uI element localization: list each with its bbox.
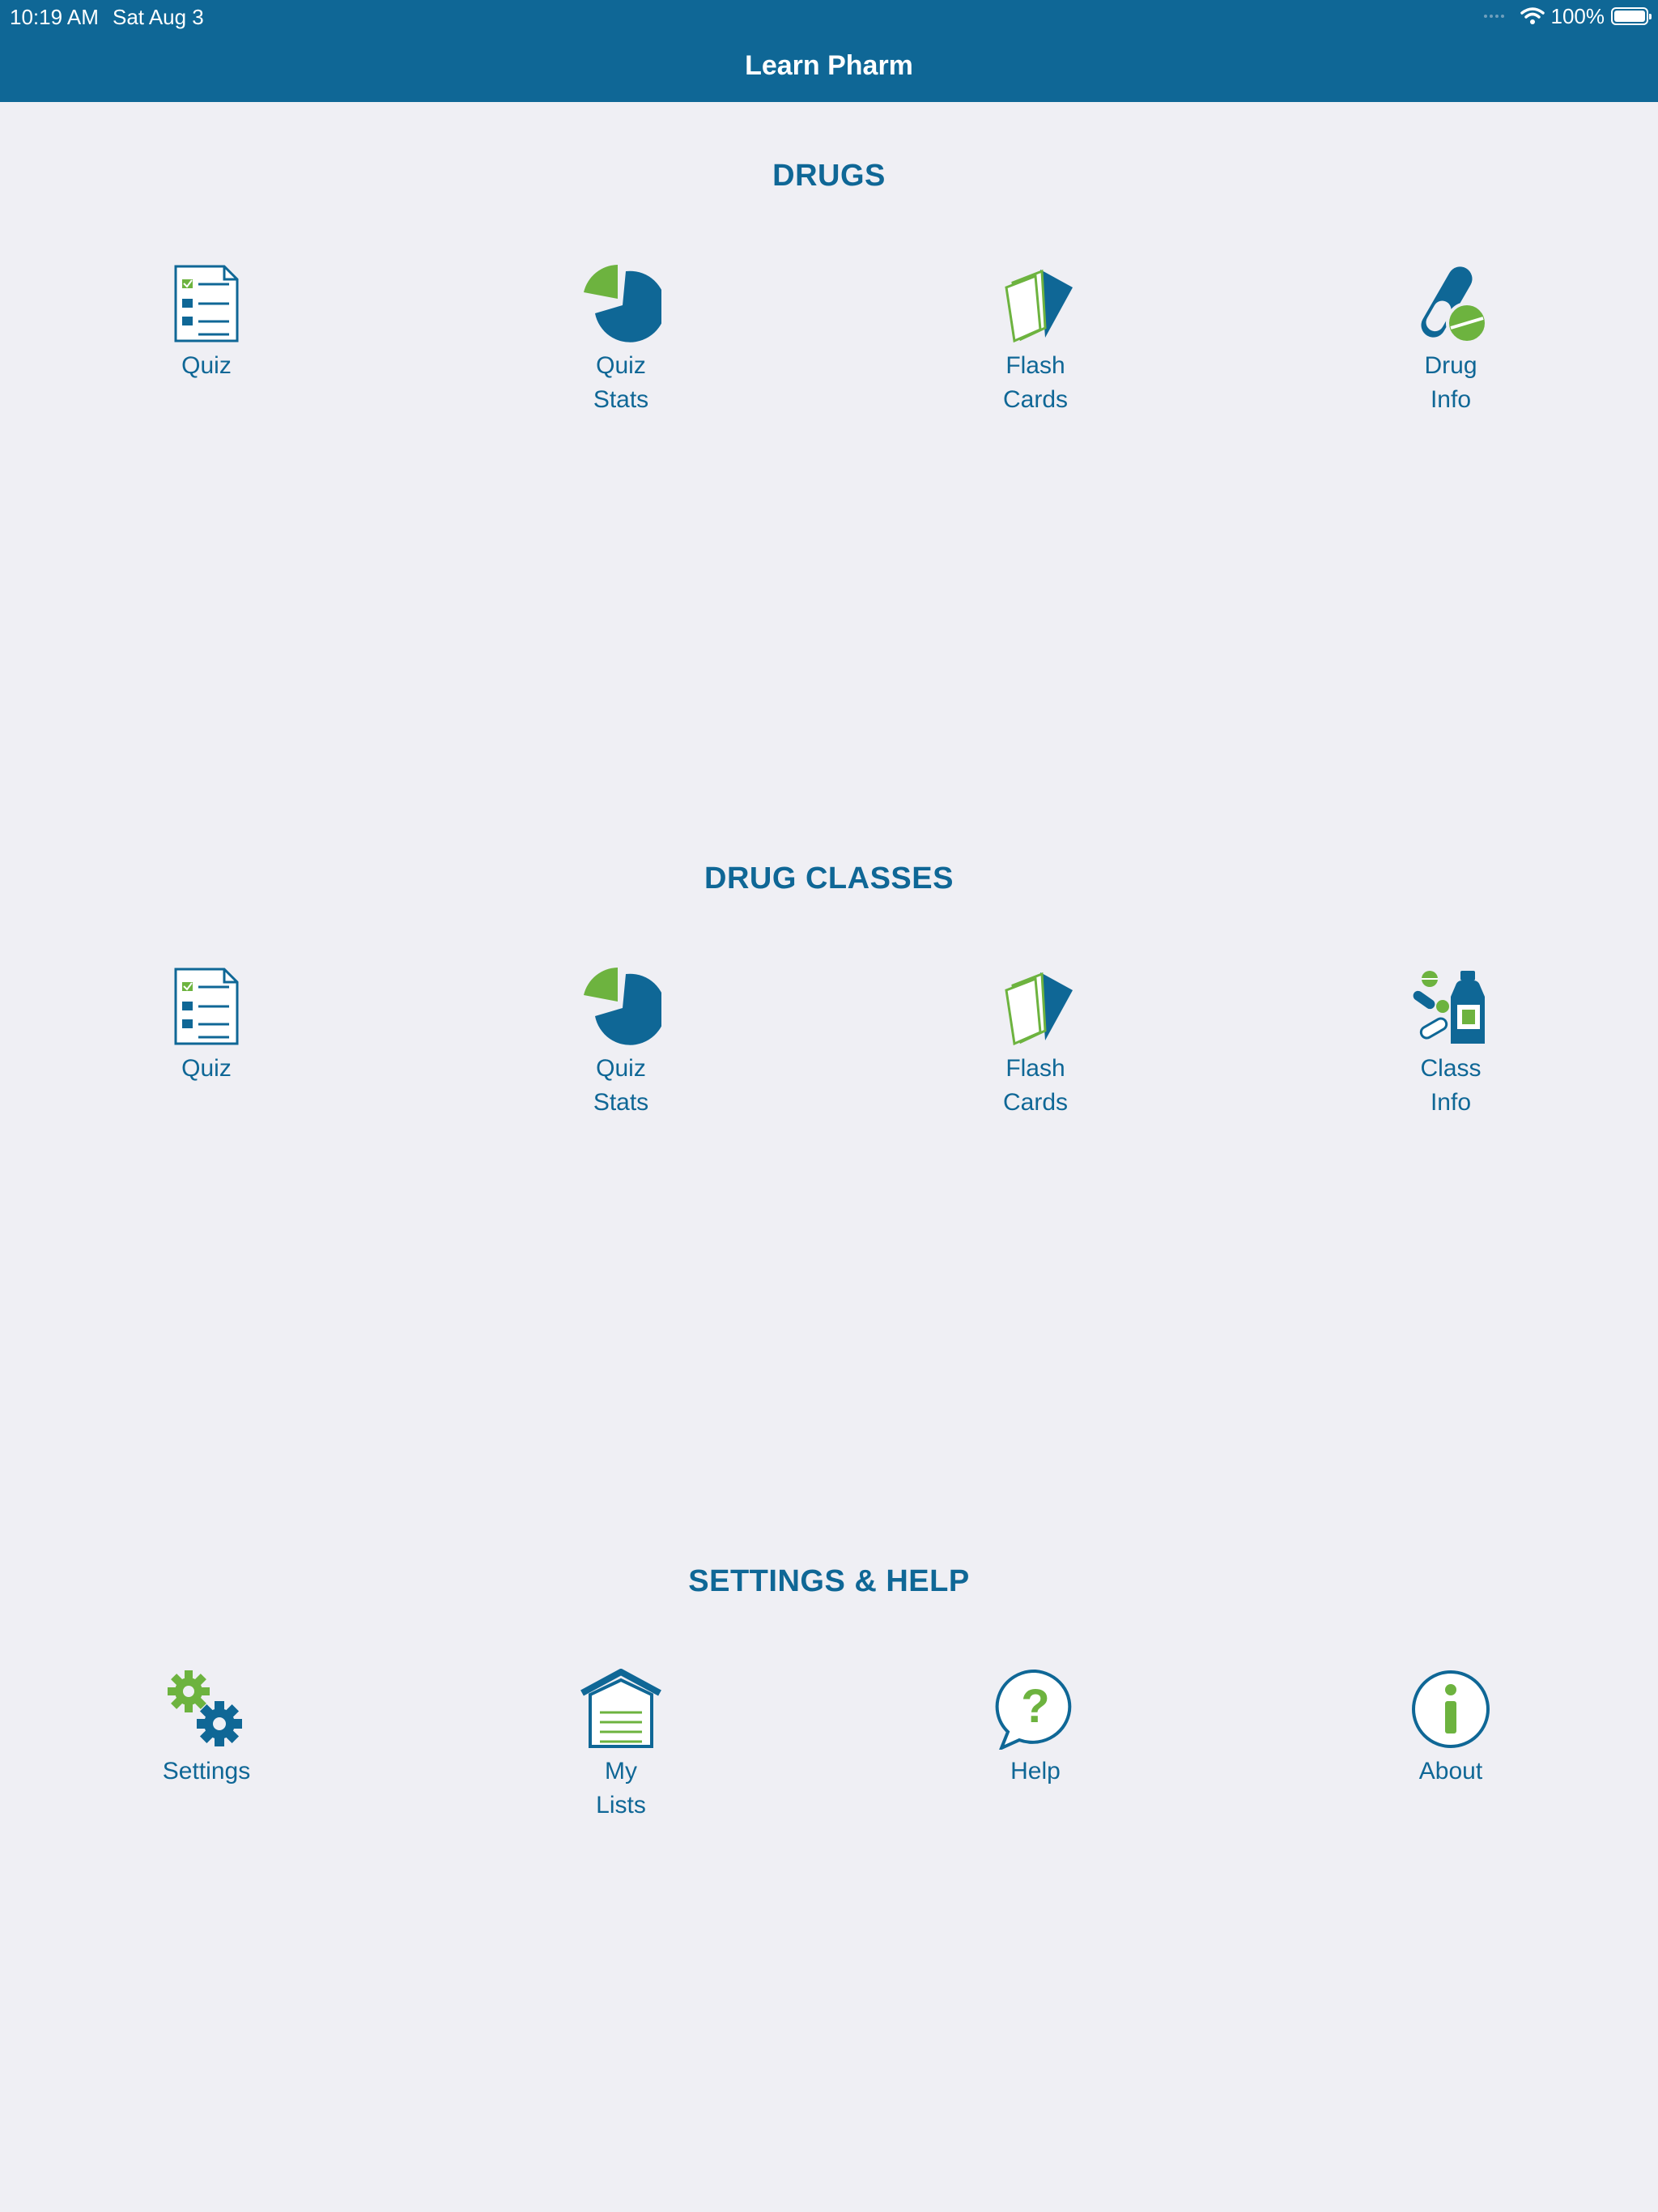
tile-label: My Lists [596,1758,646,1819]
drugs-quiz-button[interactable]: Quiz [109,263,304,383]
section-title-drug-classes: DRUG CLASSES [704,861,954,895]
settings-button[interactable]: Settings [109,1669,304,1789]
app-title: Learn Pharm [745,50,913,81]
pill-capsule-icon [1421,266,1488,344]
tile-label: Quiz [181,352,232,379]
tile-label: Flash Cards [1002,1055,1069,1116]
tile-label: Help [1010,1758,1061,1784]
tile-label: Quiz Stats [593,352,649,413]
nav-header: 10:19 AM Sat Aug 3 100% Learn Pharm [0,0,1658,102]
drugs-drug-info-button[interactable]: Drug Info [1354,263,1548,417]
question-bubble-icon: ? [995,1669,1072,1750]
status-time: 10:19 AM [10,5,99,29]
svg-text:?: ? [1021,1680,1049,1733]
tile-label: Drug Info [1424,352,1477,413]
classes-quiz-stats-button[interactable]: Quiz Stats [524,966,718,1120]
pie-chart-icon [584,265,661,342]
status-indicators: 100% [1483,3,1652,29]
tile-label: Settings [162,1758,251,1784]
tile-label: Class Info [1420,1055,1482,1116]
info-circle-icon [1412,1670,1490,1748]
tile-label: Quiz Stats [593,1055,649,1116]
status-date: Sat Aug 3 [113,5,204,29]
medicine-bottle-icon [1413,971,1485,1044]
house-list-icon [580,1669,661,1748]
wifi-icon [1520,7,1545,24]
drugs-flash-cards-button[interactable]: Flash Cards [938,263,1133,417]
drugs-quiz-stats-button[interactable]: Quiz Stats [524,263,718,417]
classes-class-info-button[interactable]: Class Info [1354,966,1548,1120]
section-title-drugs: DRUGS [772,159,886,193]
gears-icon [168,1670,242,1746]
tile-label: About [1418,1758,1483,1784]
pie-chart-icon [584,968,661,1045]
help-button[interactable]: ? Help [938,1669,1133,1789]
classes-flash-cards-button[interactable]: Flash Cards [938,966,1133,1120]
section-title-settings-help: SETTINGS & HELP [688,1564,970,1598]
tile-label: Flash Cards [1002,352,1069,413]
signal-dots-icon [1483,15,1504,18]
classes-quiz-button[interactable]: Quiz [109,966,304,1086]
flash-cards-icon [1005,972,1073,1046]
battery-icon [1611,7,1652,25]
tile-label: Quiz [181,1055,232,1082]
battery-percent: 100% [1550,3,1605,28]
flash-cards-icon [1005,269,1073,343]
my-lists-button[interactable]: My Lists [524,1669,718,1823]
quiz-checklist-icon [174,968,239,1045]
quiz-checklist-icon [174,265,239,342]
about-button[interactable]: About [1354,1669,1548,1789]
